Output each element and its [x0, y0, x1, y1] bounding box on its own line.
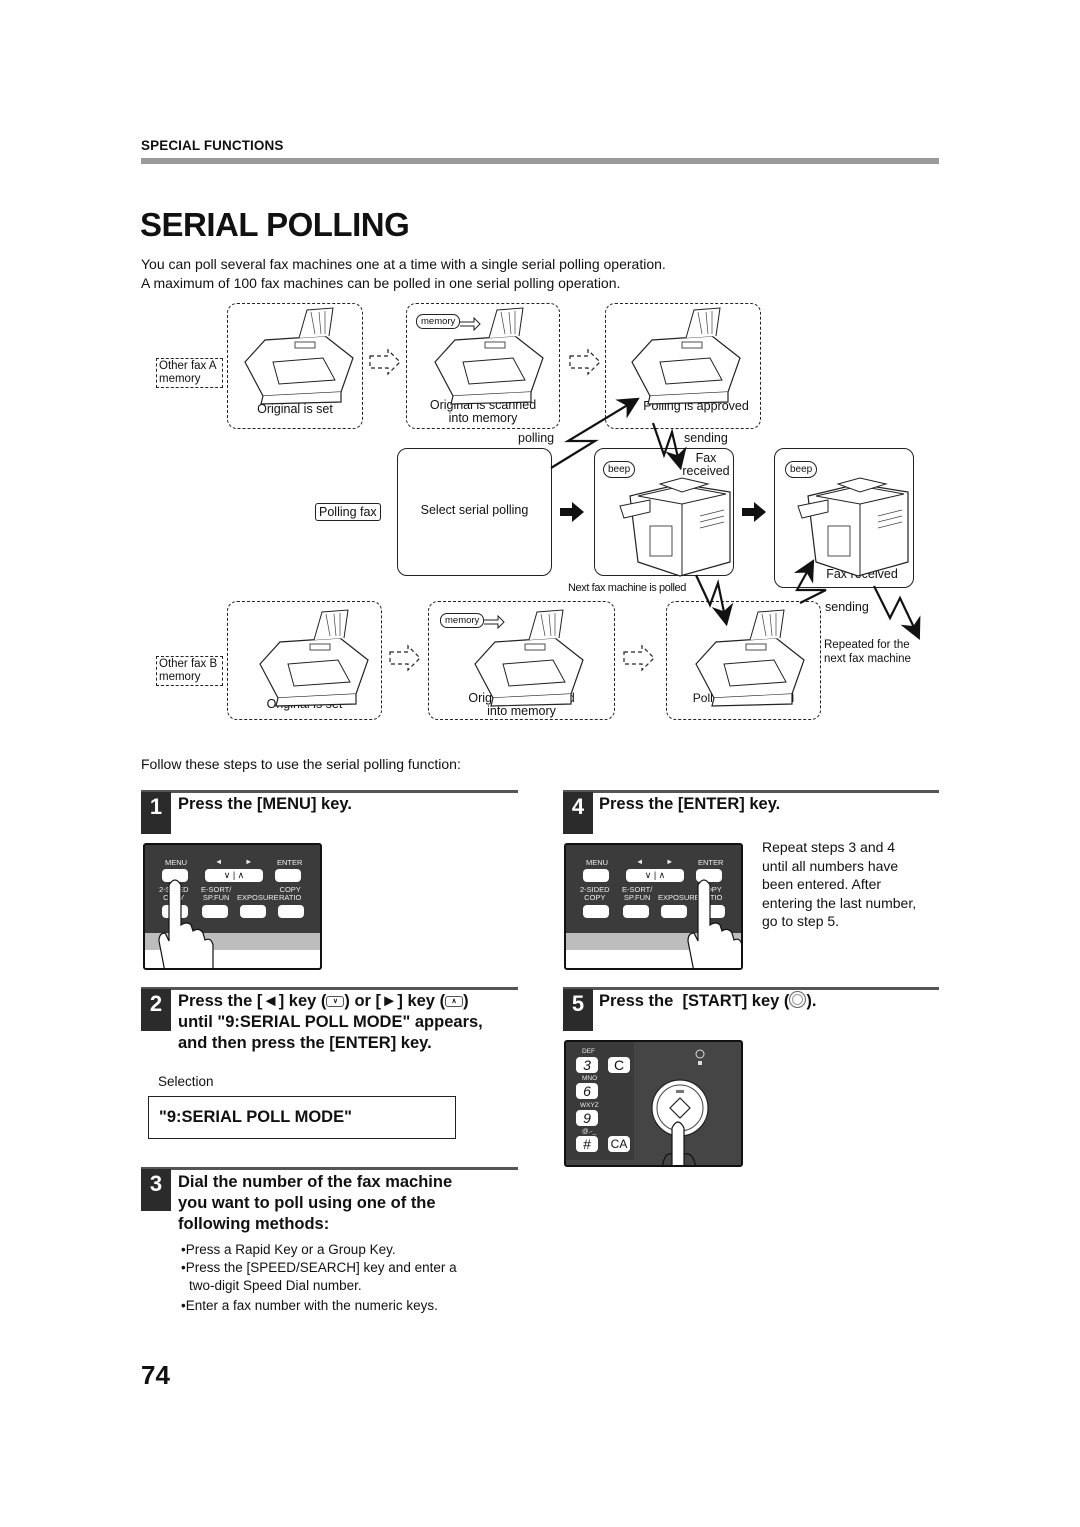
label-repeated: Repeated for the next fax machine	[824, 638, 911, 666]
beep-bubble-1: beep	[603, 461, 636, 478]
control-panel-menu: MENU ◄ ► ENTER ∨ | ∧ 2-SIDEDCOPY E-SORT/…	[143, 843, 322, 970]
step-4-note-line4: entering the last number,	[762, 894, 917, 911]
step-4-note: Repeat steps 3 and 4 until all numbers h…	[762, 838, 916, 931]
caption-scanned-a: Original is scanned into memory	[406, 399, 560, 425]
power-save-icon	[695, 1049, 705, 1059]
repeated-line1: Repeated for the	[824, 639, 910, 651]
bullet-2: •Press the [SPEED/SEARCH] key and enter …	[181, 1260, 457, 1275]
step-3-rule	[141, 1167, 518, 1170]
caption-fax-received: Fax received	[826, 567, 898, 581]
page-number: 74	[141, 1360, 170, 1390]
bullet-2-text: Press the [SPEED/SEARCH] key and enter a	[185, 1260, 457, 1275]
step-2-title-line2: until "9:SERIAL POLL MODE" appears,	[178, 1013, 483, 1031]
repeated-line2: next fax machine	[824, 653, 911, 665]
fax-received-top-line2: received	[682, 464, 730, 478]
step-5-number: 5	[563, 989, 593, 1031]
section-rule	[141, 158, 939, 164]
step-5-title-pre: Press the [START] key (	[599, 992, 790, 1010]
label-polling: polling	[518, 431, 555, 445]
step-4-note-line2: until all numbers have	[762, 857, 899, 874]
start-key-panel: DEF 3 C MNO 6 WXYZ 9 @.-_ # CA	[564, 1040, 743, 1167]
dash-arrow-b1	[389, 645, 421, 671]
start-key-illustration	[651, 1049, 709, 1165]
memory-pill-a: memory	[416, 314, 461, 329]
step-2-t1a: Press the [◄] key (	[178, 992, 327, 1010]
step-4-note-line5: go to step 5.	[762, 913, 840, 929]
bullet-1-text: Press a Rapid Key or a Group Key.	[185, 1242, 396, 1257]
step-4-note-line3: been entered. After	[762, 876, 882, 892]
step-3-title-line3: following methods:	[178, 1215, 330, 1233]
step-2-title: Press the [◄] key (∨) or [►] key (∧) unt…	[178, 991, 523, 1054]
section-label: SPECIAL FUNCTIONS	[141, 138, 284, 153]
hand-pointer-icon	[671, 1121, 685, 1165]
step-4-title: Press the [ENTER] key.	[599, 795, 781, 813]
other-fax-b-memory: Other fax B memory	[156, 656, 223, 686]
label-sending-bottom: sending	[825, 600, 869, 614]
caption-original-set-a: Original is set	[257, 402, 333, 416]
other-fax-a-label: Other fax A	[159, 360, 217, 372]
step-2-t1b: ) or [►] key (	[344, 992, 446, 1010]
caption-approved-a: Polling is approved	[643, 399, 749, 413]
polling-fax-tag: Polling fax	[315, 503, 381, 521]
beep-bubble-2: beep	[785, 461, 818, 478]
up-key-icon: ∧	[445, 996, 464, 1008]
follow-steps-text: Follow these steps to use the serial pol…	[141, 756, 461, 772]
dash-arrow-a1	[369, 349, 401, 375]
down-key-icon: ∨	[326, 996, 345, 1008]
control-panel-enter: MENU ◄ ► ENTER ∨ | ∧ 2-SIDED COPY E-SORT/…	[564, 843, 743, 970]
other-fax-a-memory-label: memory	[159, 373, 201, 385]
step-1-title: Press the [MENU] key.	[178, 795, 352, 813]
step-2-rule	[141, 987, 518, 990]
hand-pointer-icon	[158, 879, 214, 968]
serial-poll-mode-display: "9:SERIAL POLL MODE"	[148, 1096, 456, 1139]
step-3-number: 3	[141, 1169, 171, 1211]
step-2-t1c: )	[463, 992, 469, 1010]
step-2-number: 2	[141, 989, 171, 1031]
solid-arrow-2	[742, 502, 766, 522]
step-2-title-line3: and then press the [ENTER] key.	[178, 1034, 432, 1052]
bullet-3-text: Enter a fax number with the numeric keys…	[185, 1298, 438, 1313]
step-3-title: Dial the number of the fax machine you w…	[178, 1172, 452, 1235]
intro-line-2: A maximum of 100 fax machines can be pol…	[141, 275, 621, 291]
step-3-title-line2: you want to poll using one of the	[178, 1194, 436, 1212]
dash-arrow-b2	[623, 645, 655, 671]
other-fax-b-label: Other fax B	[159, 658, 218, 670]
step-3-title-line1: Dial the number of the fax machine	[178, 1173, 453, 1191]
bullet-2-continued: two-digit Speed Dial number.	[189, 1278, 362, 1293]
bullet-1: •Press a Rapid Key or a Group Key.	[181, 1242, 396, 1257]
selection-label: Selection	[158, 1074, 214, 1089]
caption-scanned-b-line2: into memory	[487, 704, 556, 718]
caption-scanned-b: Original is scanned into memory	[428, 692, 615, 718]
solid-arrow-1	[560, 502, 584, 522]
step-4-rule	[563, 790, 939, 793]
bullet-3: •Enter a fax number with the numeric key…	[181, 1298, 438, 1313]
hand-pointer-icon	[687, 879, 741, 968]
step-4-note-line1: Repeat steps 3 and 4	[762, 839, 896, 855]
caption-scanned-a-line2: into memory	[448, 411, 518, 425]
memory-pill-b: memory	[440, 613, 485, 628]
start-key-icon	[789, 991, 807, 1008]
caption-fax-received-top: Fax received	[680, 452, 732, 478]
step-1-number: 1	[141, 792, 171, 834]
caption-select-serial-polling: Select serial polling	[420, 503, 529, 517]
step-2-title-line1: Press the [◄] key (∨) or [►] key (∧)	[178, 991, 523, 1012]
label-next-fax-polled: Next fax machine is polled	[568, 582, 686, 594]
step-5-title-post: ).	[806, 992, 817, 1010]
page-title: SERIAL POLLING	[140, 206, 410, 243]
step-1-rule	[141, 790, 518, 793]
caption-approved-b: Polling is approved	[692, 691, 795, 705]
dash-arrow-a2	[569, 349, 601, 375]
step-5-title: Press the [START] key ().	[599, 991, 817, 1012]
other-fax-a-memory: Other fax A memory	[156, 358, 223, 388]
label-sending-top: sending	[684, 431, 728, 445]
other-fax-b-memory-label: memory	[159, 671, 201, 683]
intro-line-1: You can poll several fax machines one at…	[141, 256, 666, 272]
caption-original-set-b: Original is set	[266, 697, 343, 711]
step-4-number: 4	[563, 792, 593, 834]
step-5-rule	[563, 987, 939, 990]
